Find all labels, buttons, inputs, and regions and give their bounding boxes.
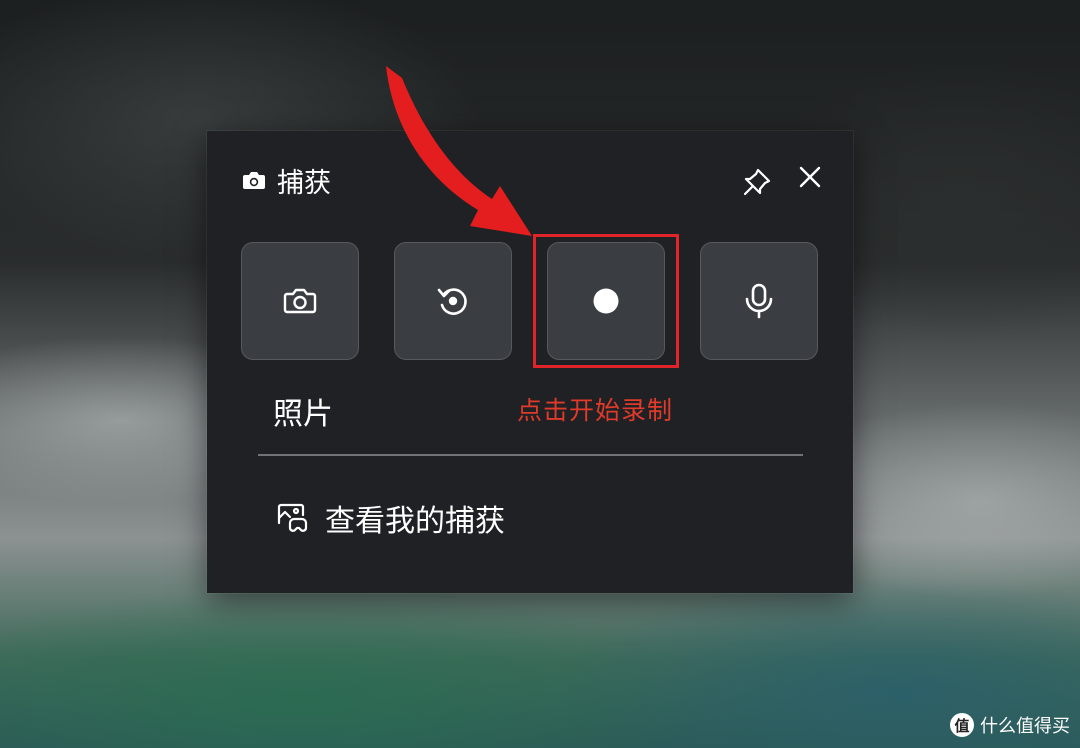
- capture-widget-title: 捕获: [277, 167, 331, 199]
- record-last-30s-button[interactable]: [394, 242, 512, 360]
- screenshot-button[interactable]: [241, 242, 359, 360]
- annotation-text: 点击开始录制: [517, 396, 674, 425]
- view-my-captures-link[interactable]: 查看我的捕获: [275, 496, 505, 540]
- pin-icon[interactable]: [740, 165, 774, 199]
- camera-icon: [243, 172, 265, 189]
- screenshot-label: 照片: [273, 397, 333, 432]
- replay-icon: [437, 288, 467, 315]
- highlight-box: [533, 234, 679, 368]
- divider: [258, 454, 803, 456]
- gallery-gamepad-icon: [277, 503, 308, 532]
- microphone-icon: [745, 283, 773, 319]
- capture-widget: 捕获 照片 查看我的捕获: [207, 131, 853, 593]
- watermark-text: 什么值得买: [980, 716, 1070, 737]
- capture-widget-header: 捕获: [241, 163, 331, 199]
- watermark-badge: 值: [950, 713, 974, 737]
- watermark: 值 什么值得买: [950, 712, 1070, 738]
- microphone-button[interactable]: [700, 242, 818, 360]
- camera-icon: [283, 288, 317, 314]
- close-icon[interactable]: [795, 162, 825, 192]
- view-my-captures-label: 查看我的捕获: [325, 504, 505, 539]
